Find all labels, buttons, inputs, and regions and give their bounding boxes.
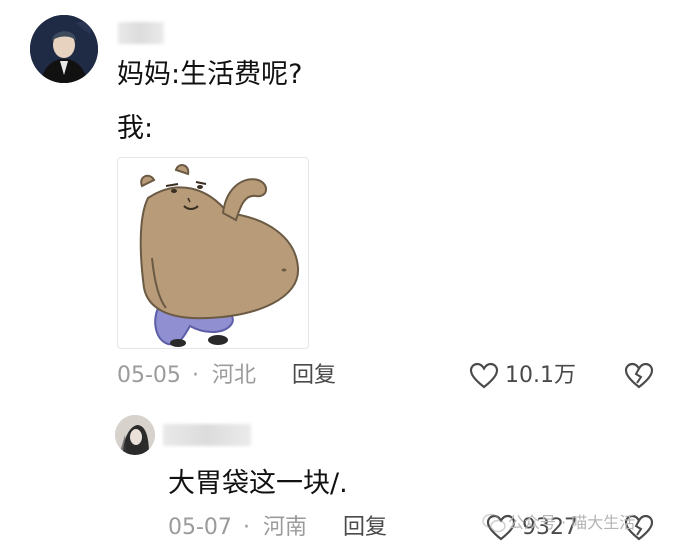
reply-separator: ·	[243, 515, 250, 540]
comment-location: 河北	[212, 363, 257, 388]
comment-reply-button[interactable]: 回复	[292, 362, 336, 390]
comment-date: 05-05	[117, 363, 181, 388]
bear-sticker-icon	[139, 164, 300, 347]
replier-avatar[interactable]	[115, 415, 155, 455]
reply-location: 河南	[263, 515, 308, 540]
comment-separator: ·	[192, 363, 199, 388]
wechat-icon	[482, 512, 506, 534]
broken-heart-icon[interactable]	[624, 361, 654, 391]
heart-outline-icon[interactable]	[469, 361, 499, 391]
comment-text-line2: 我:	[117, 113, 154, 144]
reply-date: 05-07	[168, 515, 232, 540]
comment-sticker-image[interactable]	[117, 157, 309, 349]
avatar-portrait-icon	[30, 15, 98, 83]
reply-text: 大胃袋这一块/.	[168, 468, 348, 499]
replier-name-blurred[interactable]	[163, 424, 251, 446]
reply-reply-button[interactable]: 回复	[343, 514, 387, 542]
comment-text-line1: 妈妈:生活费呢?	[117, 59, 303, 90]
commenter-avatar[interactable]	[30, 15, 98, 83]
avatar-portrait-icon	[115, 415, 155, 455]
comment-like-count: 10.1万	[505, 363, 576, 388]
watermark-text: 公众号 · 喵大生活	[508, 513, 636, 532]
commenter-name-blurred[interactable]	[118, 22, 164, 44]
